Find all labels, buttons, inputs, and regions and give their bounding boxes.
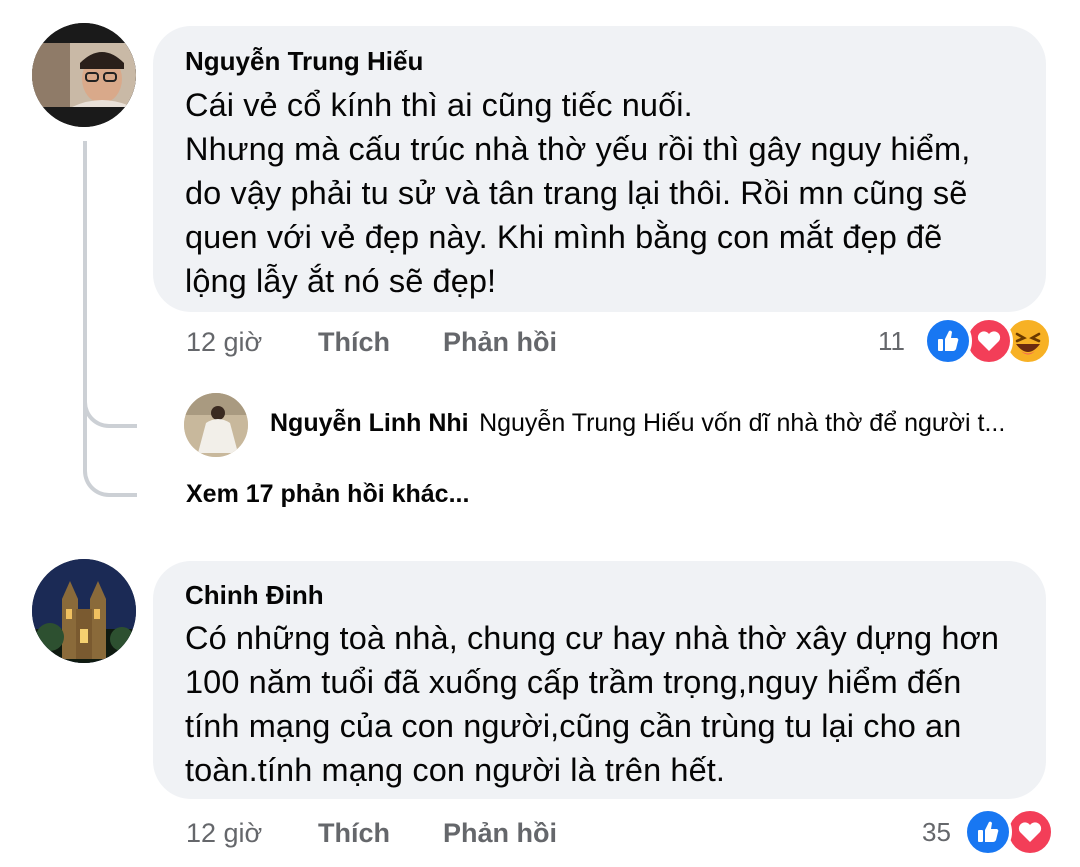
comment-line: Cái vẻ cổ kính thì ai cũng tiếc nuối.: [185, 87, 693, 123]
reaction-summary[interactable]: [918, 315, 1058, 367]
love-icon: [965, 317, 1013, 365]
comment-line: quen với vẻ đẹp này. Khi mình bằng con m…: [185, 219, 943, 255]
comment-text: Cái vẻ cổ kính thì ai cũng tiếc nuối. Nh…: [185, 83, 1035, 303]
reply-preview[interactable]: Nguyễn Linh Nhi Nguyễn Trung Hiếu vốn dĩ…: [270, 409, 1005, 438]
reaction-summary[interactable]: [960, 806, 1060, 858]
like-button[interactable]: Thích: [318, 327, 390, 358]
reply-author[interactable]: Nguyễn Linh Nhi: [270, 409, 469, 437]
comment-author[interactable]: Chinh Đinh: [185, 580, 324, 611]
comment-bubble: Chinh Đinh Có những toà nhà, chung cư ha…: [153, 561, 1046, 799]
like-icon: [924, 317, 972, 365]
reaction-count[interactable]: 35: [922, 817, 951, 848]
comment-time[interactable]: 12 giờ: [186, 327, 262, 358]
comment-line: toàn.tính mạng con người là trên hết.: [185, 752, 726, 788]
comment-time[interactable]: 12 giờ: [186, 818, 262, 849]
avatar-chinh-dinh[interactable]: [32, 559, 136, 663]
avatar-nguyen-linh-nhi[interactable]: [184, 393, 248, 457]
comment-line: tính mạng của con người,cũng cần trùng t…: [185, 708, 962, 744]
comment-line: 100 năm tuổi đã xuống cấp trầm trọng,ngu…: [185, 664, 962, 700]
comment-line: Có những toà nhà, chung cư hay nhà thờ x…: [185, 620, 1000, 656]
like-button[interactable]: Thích: [318, 818, 390, 849]
comment-line: Nhưng mà cấu trúc nhà thờ yếu rồi thì gâ…: [185, 131, 971, 167]
like-icon: [964, 808, 1012, 856]
thread-line: [83, 141, 137, 497]
comment-author[interactable]: Nguyễn Trung Hiếu: [185, 46, 423, 77]
reply-text: Nguyễn Trung Hiếu vốn dĩ nhà thờ để ngườ…: [479, 409, 1006, 437]
love-icon: [1006, 808, 1054, 856]
view-more-replies[interactable]: Xem 17 phản hồi khác...: [186, 480, 469, 509]
comment-text: Có những toà nhà, chung cư hay nhà thờ x…: [185, 616, 1035, 792]
comment-line: lộng lẫy ắt nó sẽ đẹp!: [185, 263, 497, 299]
reaction-count[interactable]: 11: [878, 326, 905, 357]
comment-line: do vậy phải tu sử và tân trang lại thôi.…: [185, 175, 968, 211]
reply-button[interactable]: Phản hồi: [443, 818, 557, 849]
avatar-nguyen-trung-hieu[interactable]: [32, 23, 136, 127]
comment-bubble: Nguyễn Trung Hiếu Cái vẻ cổ kính thì ai …: [153, 26, 1046, 312]
reply-button[interactable]: Phản hồi: [443, 327, 557, 358]
